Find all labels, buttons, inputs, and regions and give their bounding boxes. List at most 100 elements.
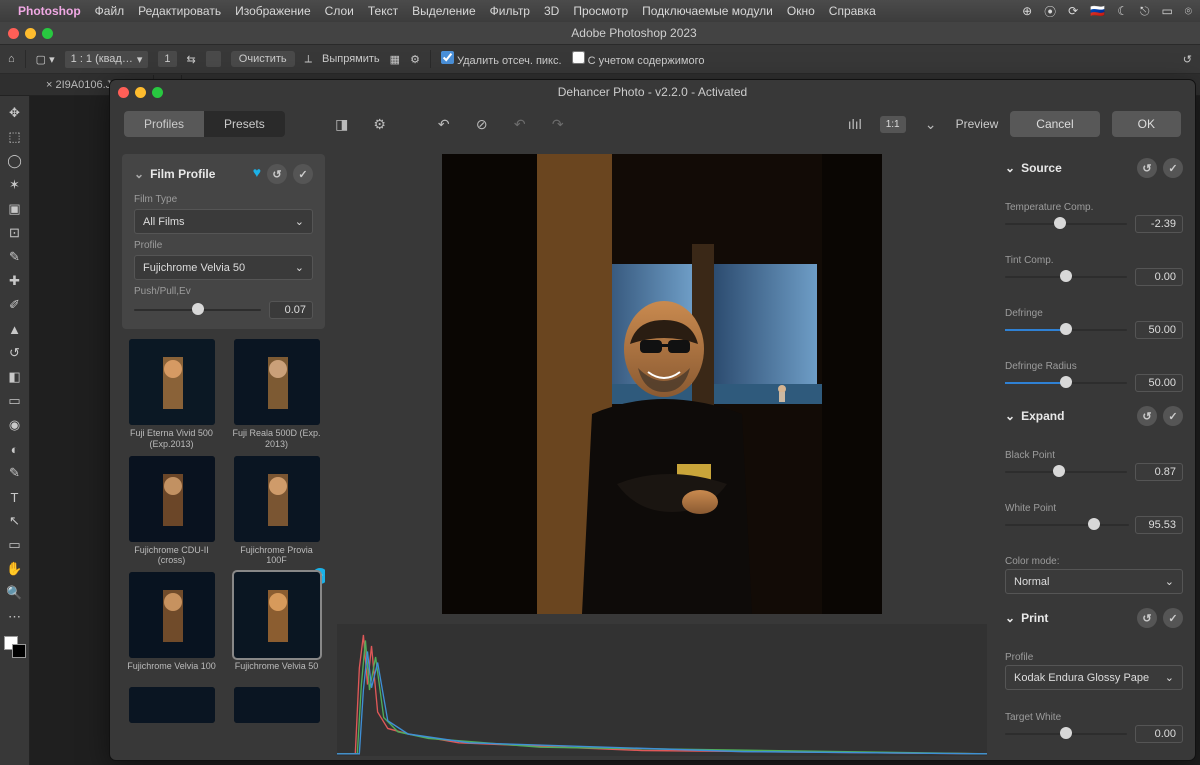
- tool-eyedropper[interactable]: ✎: [4, 246, 26, 268]
- tool-type[interactable]: T: [4, 486, 26, 508]
- favorite-icon[interactable]: ♥: [253, 164, 261, 184]
- chevron-down-icon[interactable]: ⌄: [134, 167, 144, 181]
- film-item-selected[interactable]: ♥ Fujichrome Velvia 50: [229, 572, 324, 681]
- expand-section-head[interactable]: ⌄ Expand ↺✓: [1005, 402, 1183, 430]
- histogram-icon[interactable]: ılıl: [842, 111, 868, 137]
- plugin-close-icon[interactable]: [118, 87, 129, 98]
- film-item[interactable]: Fuji Eterna Vivid 500 (Exp.2013): [124, 339, 219, 450]
- tool-more[interactable]: ⋯: [4, 606, 26, 628]
- color-swatches[interactable]: [4, 636, 26, 658]
- white-point-slider[interactable]: [1005, 516, 1129, 534]
- status-bluetooth-icon[interactable]: ⎋: [1140, 4, 1150, 19]
- menu-file[interactable]: Файл: [95, 4, 125, 18]
- tool-crop[interactable]: ▣: [4, 198, 26, 220]
- zoom-badge[interactable]: 1:1: [880, 116, 906, 133]
- chevron-down-icon[interactable]: ⌄: [1005, 611, 1015, 625]
- print-section-head[interactable]: ⌄ Print ↺✓: [1005, 604, 1183, 632]
- chevron-down-icon[interactable]: ⌄: [1005, 409, 1015, 423]
- delete-cropped-checkbox[interactable]: Удалить отсеч. пикс.: [441, 51, 562, 67]
- status-dnd-icon[interactable]: ☾: [1117, 4, 1128, 18]
- menu-text[interactable]: Текст: [368, 4, 398, 18]
- tool-stamp[interactable]: ▲: [4, 318, 26, 340]
- preview-toggle-chevron[interactable]: ⌄: [918, 111, 944, 137]
- tool-gradient[interactable]: ▭: [4, 390, 26, 412]
- status-icon[interactable]: ⊕: [1022, 4, 1032, 18]
- temperature-slider[interactable]: [1005, 215, 1127, 233]
- redo-icon[interactable]: ↷: [545, 111, 571, 137]
- menu-view[interactable]: Просмотр: [573, 4, 628, 18]
- tool-shape[interactable]: ▭: [4, 534, 26, 556]
- source-section-head[interactable]: ⌄ Source ↺✓: [1005, 154, 1183, 182]
- clear-button[interactable]: Очистить: [231, 51, 295, 67]
- reset-icon[interactable]: ↺: [267, 164, 287, 184]
- profile-dropdown[interactable]: Fujichrome Velvia 50⌄: [134, 255, 313, 280]
- white-point-value[interactable]: 95.53: [1135, 516, 1183, 534]
- film-item[interactable]: Fujichrome Provia 100F: [229, 456, 324, 567]
- film-item[interactable]: Fuji Reala 500D (Exp. 2013): [229, 339, 324, 450]
- menu-edit[interactable]: Редактировать: [138, 4, 221, 18]
- reset-icon[interactable]: ↺: [1137, 406, 1157, 426]
- tint-value[interactable]: 0.00: [1135, 268, 1183, 286]
- macos-menubar[interactable]: Photoshop Файл Редактировать Изображение…: [0, 0, 1200, 22]
- window-zoom-icon[interactable]: [42, 28, 53, 39]
- tool-hand[interactable]: ✋: [4, 558, 26, 580]
- tool-brush[interactable]: ✐: [4, 294, 26, 316]
- menu-image[interactable]: Изображение: [235, 4, 311, 18]
- chevron-down-icon[interactable]: ⌄: [1005, 161, 1015, 175]
- tool-heal[interactable]: ✚: [4, 270, 26, 292]
- status-battery-icon[interactable]: ▭: [1161, 4, 1172, 18]
- power-toggle-icon[interactable]: ✓: [1163, 406, 1183, 426]
- tool-wand[interactable]: ✶: [4, 174, 26, 196]
- window-controls[interactable]: [8, 28, 68, 39]
- tab-presets[interactable]: Presets: [204, 111, 285, 137]
- undo-icon[interactable]: ↶: [507, 111, 533, 137]
- app-menu-name[interactable]: Photoshop: [18, 4, 81, 18]
- power-toggle-icon[interactable]: ✓: [1163, 608, 1183, 628]
- menu-select[interactable]: Выделение: [412, 4, 476, 18]
- target-white-slider[interactable]: [1005, 725, 1127, 743]
- status-flag-icon[interactable]: 🇷🇺: [1090, 4, 1105, 18]
- black-point-slider[interactable]: [1005, 463, 1127, 481]
- photoshop-tools-panel[interactable]: ✥ ⬚ ◯ ✶ ▣ ⊡ ✎ ✚ ✐ ▲ ↺ ◧ ▭ ◉ ◐ ✎ T ↖ ▭ ✋ …: [0, 96, 30, 765]
- cancel-button[interactable]: Cancel: [1010, 111, 1099, 137]
- tool-frame[interactable]: ⊡: [4, 222, 26, 244]
- menu-3d[interactable]: 3D: [544, 4, 559, 18]
- straighten-icon[interactable]: ⟂: [305, 53, 312, 66]
- disable-icon[interactable]: ⊘: [469, 111, 495, 137]
- tool-history[interactable]: ↺: [4, 342, 26, 364]
- photoshop-titlebar[interactable]: Adobe Photoshop 2023: [0, 22, 1200, 44]
- status-icon[interactable]: ⦿: [1044, 3, 1056, 20]
- black-point-value[interactable]: 0.87: [1135, 463, 1183, 481]
- film-type-dropdown[interactable]: All Films⌄: [134, 209, 313, 234]
- defringe-value[interactable]: 50.00: [1135, 321, 1183, 339]
- status-sync-icon[interactable]: ⟳: [1068, 4, 1078, 18]
- tool-zoom[interactable]: 🔍: [4, 582, 26, 604]
- film-item[interactable]: Fujichrome Velvia 100: [124, 572, 219, 681]
- window-minimize-icon[interactable]: [25, 28, 36, 39]
- menu-filter[interactable]: Фильтр: [490, 4, 530, 18]
- menu-window[interactable]: Окно: [787, 4, 815, 18]
- preview-area[interactable]: [331, 154, 993, 614]
- power-toggle-icon[interactable]: ✓: [1163, 158, 1183, 178]
- crop-ratio-dropdown[interactable]: 1 : 1 (квад…▾: [65, 51, 149, 68]
- plugin-minimize-icon[interactable]: [135, 87, 146, 98]
- reset-icon[interactable]: ↺: [1183, 53, 1192, 66]
- tint-slider[interactable]: [1005, 268, 1127, 286]
- tool-marquee[interactable]: ⬚: [4, 126, 26, 148]
- menu-layers[interactable]: Слои: [325, 4, 354, 18]
- print-profile-dropdown[interactable]: Kodak Endura Glossy Pape⌄: [1005, 665, 1183, 690]
- push-pull-value[interactable]: 0.07: [269, 301, 313, 319]
- profiles-presets-segment[interactable]: Profiles Presets: [124, 111, 285, 137]
- film-item[interactable]: Fujichrome CDU-II (cross): [124, 456, 219, 567]
- gear-icon[interactable]: ⚙: [410, 53, 420, 66]
- history-undo-icon[interactable]: ↶: [431, 111, 457, 137]
- tab-profiles[interactable]: Profiles: [124, 111, 204, 137]
- target-white-value[interactable]: 0.00: [1135, 725, 1183, 743]
- defringe-slider[interactable]: [1005, 321, 1127, 339]
- macos-app-menus[interactable]: Photoshop Файл Редактировать Изображение…: [18, 4, 876, 18]
- menu-plugins[interactable]: Подключаемые модули: [642, 4, 773, 18]
- status-control-icon[interactable]: ⌾: [1185, 4, 1192, 19]
- plugin-zoom-icon[interactable]: [152, 87, 163, 98]
- grid-icon[interactable]: ▦: [390, 53, 400, 66]
- content-aware-checkbox[interactable]: С учетом содержимого: [572, 51, 705, 67]
